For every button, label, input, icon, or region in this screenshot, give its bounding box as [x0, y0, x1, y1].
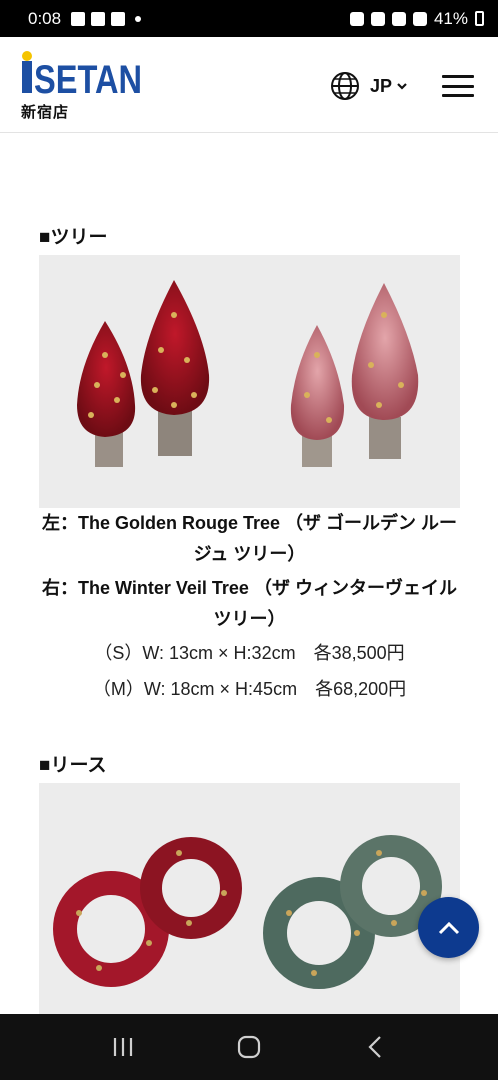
shield-notification-icon — [91, 11, 106, 26]
tree-size-medium: （M）W: 18cm × H:45cm 各68,200円 — [92, 679, 407, 699]
svg-text:SETAN: SETAN — [34, 58, 142, 95]
status-bar: 0:08 41% — [0, 0, 498, 37]
back-icon — [368, 1036, 381, 1058]
site-header: SETAN 新宿店 JP — [0, 37, 498, 133]
language-label: JP — [370, 75, 393, 96]
tree-product-image — [39, 255, 460, 508]
image-notification-icon — [71, 11, 86, 26]
wreath-section-heading: ■リース — [39, 755, 107, 776]
wreaths-illustration — [53, 835, 442, 989]
language-selector[interactable]: JP — [330, 71, 408, 101]
wifi-icon — [391, 11, 406, 26]
status-time: 0:08 — [28, 8, 62, 28]
hamburger-line — [442, 75, 474, 78]
mute-icon — [370, 11, 385, 26]
more-notifications-icon — [135, 15, 142, 22]
store-name: 新宿店 — [21, 104, 70, 121]
recent-apps-button[interactable] — [103, 1027, 143, 1067]
tree-caption-left: 左：The Golden Rouge Tree （ザ ゴールデン ルージュ ツリ… — [41, 513, 458, 564]
wreath-product-image — [39, 783, 460, 1014]
globe-icon — [331, 72, 359, 100]
tree-size-small: （S）W: 13cm × H:32cm 各38,500円 — [94, 643, 405, 663]
system-navigation-bar — [0, 1014, 498, 1080]
back-button[interactable] — [355, 1027, 395, 1067]
scroll-to-top-button[interactable] — [418, 897, 479, 958]
chevron-up-icon — [438, 921, 459, 934]
battery-icon — [475, 11, 484, 26]
recent-apps-icon — [113, 1038, 133, 1056]
home-button[interactable] — [229, 1027, 269, 1067]
bell-notification-icon — [111, 11, 126, 26]
tree-section-heading: ■ツリー — [39, 227, 108, 248]
isetan-logo[interactable]: SETAN — [20, 51, 144, 95]
notification-icons — [71, 11, 142, 26]
page-content: ■ツリー 左：The Golden Rouge Tree （ザ ゴールデン ルー… — [0, 134, 498, 1014]
battery-percent: 41% — [433, 8, 468, 28]
hamburger-line — [442, 84, 474, 88]
alarm-icon — [349, 11, 364, 26]
system-status-icons: 41% — [349, 8, 484, 29]
signal-icon — [412, 11, 427, 26]
menu-button[interactable] — [442, 75, 474, 97]
tree-caption-right: 右：The Winter Veil Tree （ザ ウィンターヴェイル ツリー） — [42, 578, 457, 629]
home-icon — [237, 1035, 261, 1059]
christmas-trees-illustration — [77, 280, 419, 467]
chevron-down-icon — [397, 83, 407, 90]
hamburger-line — [442, 94, 474, 97]
